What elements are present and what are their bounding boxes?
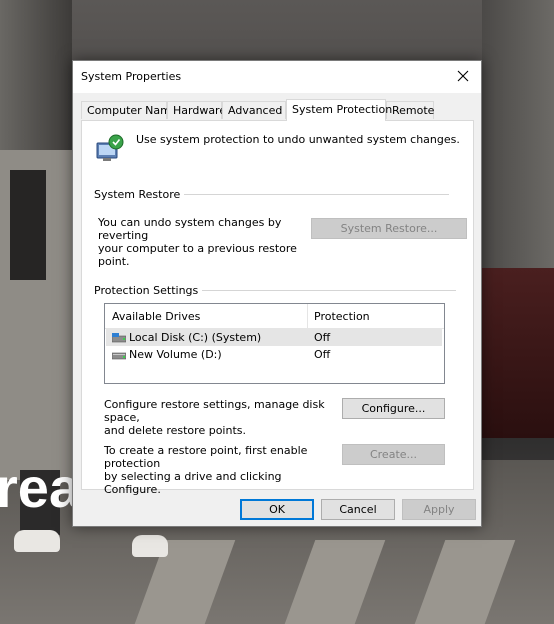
drive-name: Local Disk (C:) (System) — [129, 331, 262, 344]
background-car — [470, 268, 554, 438]
tab-computer-name[interactable]: Computer Name — [81, 101, 178, 119]
drive-name: New Volume (D:) — [129, 348, 222, 361]
drives-list[interactable]: Available Drives Protection Local Disk (… — [104, 303, 445, 384]
close-button[interactable] — [445, 61, 481, 91]
system-restore-text-line: You can undo system changes by reverting — [98, 216, 282, 242]
column-separator[interactable] — [307, 304, 308, 328]
create-text-line: by selecting a drive and clicking Config… — [104, 470, 282, 496]
configure-text-line: Configure restore settings, manage disk … — [104, 398, 325, 424]
intro-text: Use system protection to undo unwanted s… — [136, 133, 460, 146]
background-headline: rea — [0, 456, 81, 519]
create-text-line: To create a restore point, first enable … — [104, 444, 308, 470]
ok-button[interactable]: OK — [240, 499, 314, 520]
tab-advanced[interactable]: Advanced — [222, 101, 286, 119]
system-restore-label: System Restore — [94, 188, 185, 201]
tab-remote[interactable]: Remote — [386, 101, 434, 119]
background-shoe — [14, 530, 60, 552]
drive-protection-status: Off — [314, 331, 331, 344]
column-header-protection[interactable]: Protection — [314, 310, 370, 323]
configure-description: Configure restore settings, manage disk … — [104, 398, 339, 437]
cancel-button[interactable]: Cancel — [321, 499, 395, 520]
close-icon — [457, 70, 469, 82]
create-description: To create a restore point, first enable … — [104, 444, 339, 496]
background-truck-window — [10, 170, 46, 280]
system-drive-icon — [112, 333, 126, 343]
system-protection-icon — [96, 134, 124, 161]
window-title: System Properties — [81, 70, 182, 83]
system-restore-text-line: your computer to a previous restore poin… — [98, 242, 297, 268]
drive-protection-status: Off — [314, 348, 331, 361]
drive-row[interactable]: Local Disk (C:) (System) Off — [106, 329, 442, 346]
system-protection-panel: Use system protection to undo unwanted s… — [81, 120, 474, 496]
title-bar[interactable]: System Properties — [73, 61, 481, 93]
apply-button[interactable]: Apply — [402, 499, 476, 520]
background-shoe — [132, 535, 168, 557]
configure-text-line: and delete restore points. — [104, 424, 246, 437]
create-button[interactable]: Create... — [342, 444, 445, 465]
system-restore-button[interactable]: System Restore... — [311, 218, 467, 239]
system-restore-description: You can undo system changes by reverting… — [98, 216, 308, 268]
drive-icon — [112, 352, 126, 360]
column-header-available-drives[interactable]: Available Drives — [112, 310, 200, 323]
tab-hardware[interactable]: Hardware — [167, 101, 226, 119]
protection-settings-label: Protection Settings — [94, 284, 203, 297]
background-building — [482, 0, 554, 300]
drive-row[interactable]: New Volume (D:) Off — [106, 346, 442, 363]
configure-button[interactable]: Configure... — [342, 398, 445, 419]
drives-list-header: Available Drives Protection — [105, 304, 444, 329]
tab-system-protection[interactable]: System Protection — [286, 99, 392, 121]
system-properties-dialog: System Properties Computer Name Hardware… — [72, 60, 482, 527]
